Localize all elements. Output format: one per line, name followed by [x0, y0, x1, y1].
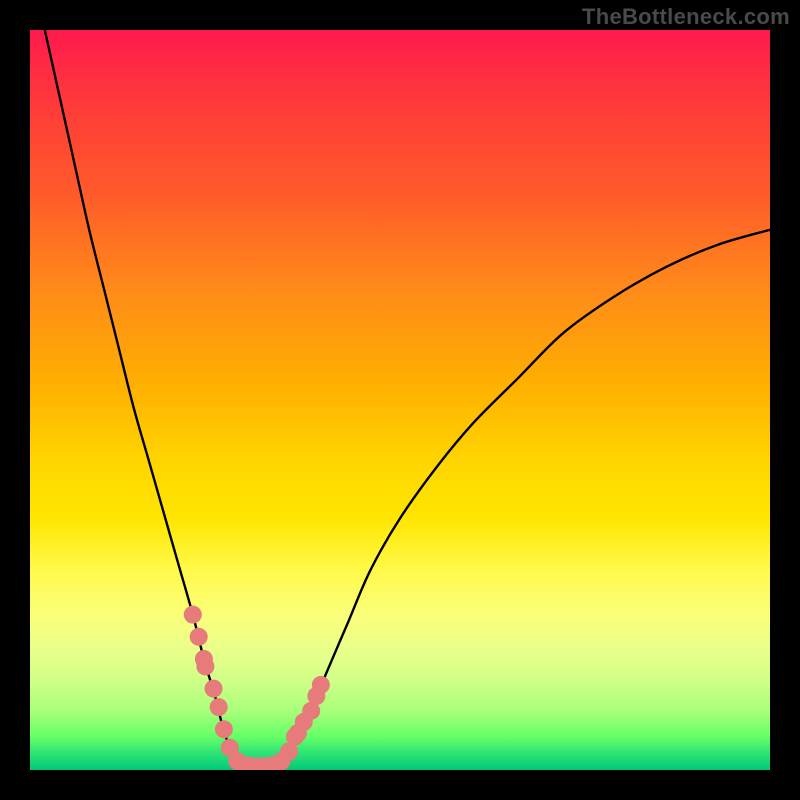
chart-svg — [30, 30, 770, 770]
attribution-label: TheBottleneck.com — [582, 4, 790, 30]
data-marker — [196, 657, 214, 675]
data-marker — [210, 698, 228, 716]
data-marker — [184, 606, 202, 624]
data-marker — [312, 676, 330, 694]
data-marker — [215, 720, 233, 738]
chart-frame: TheBottleneck.com — [0, 0, 800, 800]
data-marker — [205, 680, 223, 698]
plot-area — [30, 30, 770, 770]
bottleneck-curve — [45, 30, 770, 767]
data-marker — [190, 628, 208, 646]
